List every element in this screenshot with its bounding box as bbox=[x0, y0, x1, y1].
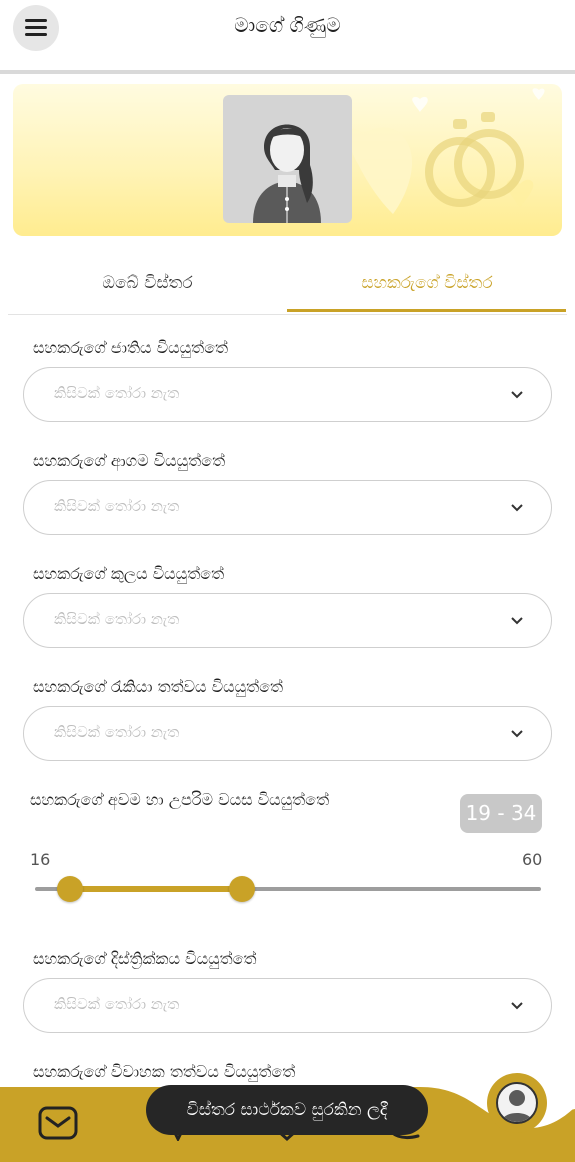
female-user-avatar-icon bbox=[253, 124, 321, 223]
slider-max-thumb[interactable] bbox=[229, 876, 255, 902]
chevron-down-icon bbox=[511, 730, 523, 738]
app-header: මාගේ ගිණුම bbox=[0, 0, 575, 70]
age-range-slider[interactable] bbox=[35, 874, 541, 904]
tabs-divider bbox=[8, 314, 567, 315]
ethnicity-label: සහකරුගේ ජාතිය වියයුත්තේ bbox=[33, 338, 228, 357]
slider-min-thumb[interactable] bbox=[56, 876, 83, 902]
occupation-select[interactable]: කිසිවක් තෝරා නැත bbox=[23, 706, 552, 761]
user-avatar[interactable] bbox=[223, 95, 352, 223]
profile-tabs: ඔබේ විස්තර සහකරුගේ විස්තර bbox=[8, 256, 567, 316]
marital-status-label: සහකරුගේ විවාහක තත්වය වියයුත්තේ bbox=[33, 1062, 296, 1081]
profile-button[interactable] bbox=[487, 1073, 547, 1133]
page-title: මාගේ ගිණුම bbox=[234, 13, 341, 37]
profile-banner bbox=[13, 84, 562, 236]
ethnicity-placeholder: කිසිවක් තෝරා නැත bbox=[54, 384, 180, 402]
caste-select[interactable]: කිසිවක් තෝරා නැත bbox=[23, 593, 552, 648]
header-divider bbox=[0, 70, 575, 74]
age-range-max-label: 60 bbox=[522, 850, 543, 869]
active-tab-indicator bbox=[287, 309, 566, 312]
mail-icon[interactable] bbox=[38, 1105, 78, 1141]
tab-partner-details[interactable]: සහකරුගේ විස්තර bbox=[287, 256, 567, 311]
chevron-down-icon bbox=[511, 504, 523, 512]
religion-label: සහකරුගේ ආගම වියයුත්තේ bbox=[33, 451, 226, 470]
occupation-label: සහකරුගේ රැකියා තත්වය වියයුත්තේ bbox=[33, 677, 284, 696]
chevron-down-icon bbox=[511, 391, 523, 399]
district-placeholder: කිසිවක් තෝරා නැත bbox=[54, 995, 180, 1013]
district-select[interactable]: කිසිවක් තෝරා නැත bbox=[23, 978, 552, 1033]
ethnicity-select[interactable]: කිසිවක් තෝරා නැත bbox=[23, 367, 552, 422]
age-range-min-label: 16 bbox=[30, 850, 51, 869]
age-range-badge: 19 - 34 bbox=[460, 794, 542, 833]
chevron-down-icon bbox=[511, 1002, 523, 1010]
caste-label: සහකරුගේ කුලය වියයුත්තේ bbox=[33, 564, 225, 583]
occupation-placeholder: කිසිවක් තෝරා නැත bbox=[54, 723, 180, 741]
slider-selected-range bbox=[69, 886, 242, 892]
age-range-label: සහකරුගේ අවම හා උපරිම වයස වියයුත්තේ bbox=[30, 790, 330, 809]
profile-icon bbox=[496, 1082, 538, 1124]
district-label: සහකරුගේ දිස්ත්‍රික්කය වියයුත්තේ bbox=[33, 949, 257, 968]
caste-placeholder: කිසිවක් තෝරා නැත bbox=[54, 610, 180, 628]
religion-select[interactable]: කිසිවක් තෝරා නැත bbox=[23, 480, 552, 535]
chevron-down-icon bbox=[511, 617, 523, 625]
religion-placeholder: කිසිවක් තෝරා නැත bbox=[54, 497, 180, 515]
tab-my-details[interactable]: ඔබේ විස්තර bbox=[8, 256, 287, 311]
save-success-toast: විස්තර සාර්ථකව සුරකින ලදී bbox=[146, 1085, 428, 1135]
